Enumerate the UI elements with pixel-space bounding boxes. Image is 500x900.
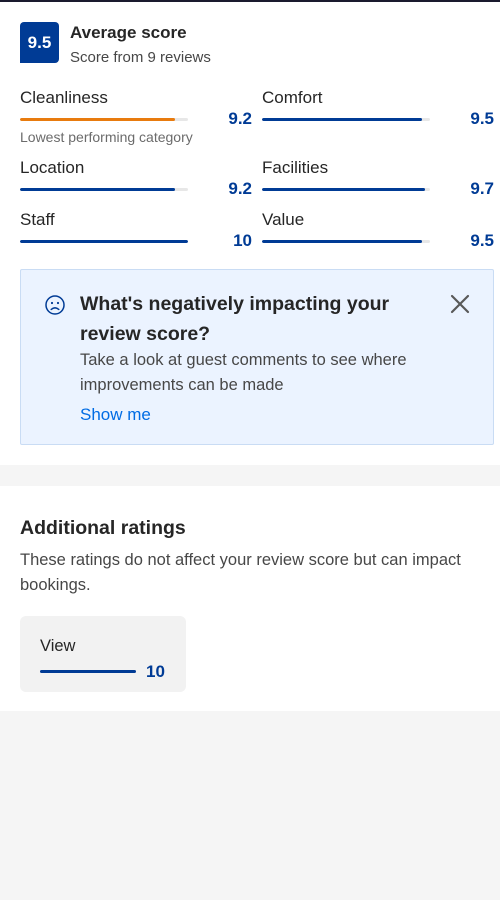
banner-title: What's negatively impacting your review … <box>80 293 390 345</box>
lowest-category-note: Lowest performing category <box>20 129 193 145</box>
rating-label: Facilities <box>262 158 329 177</box>
average-score-title: Average score <box>70 23 187 42</box>
additional-ratings-description: These ratings do not affect your review … <box>20 551 461 594</box>
rating-bar-fill <box>20 188 175 191</box>
rating-bar <box>262 240 430 243</box>
banner-text: Take a look at guest comments to see whe… <box>80 351 407 394</box>
rating-staff: Staff 10 <box>20 210 252 250</box>
average-score-subtitle: Score from 9 reviews <box>70 49 211 66</box>
rating-value: 9.7 <box>470 179 494 198</box>
negative-impact-banner: What's negatively impacting your review … <box>20 269 494 445</box>
rating-value: 9.5 <box>470 231 494 250</box>
rating-value: 9.5 <box>470 109 494 128</box>
rating-view-box: View 10 <box>20 616 186 692</box>
rating-label: View <box>40 637 76 655</box>
rating-label: Location <box>20 158 85 177</box>
rating-value-for-money: Value 9.5 <box>262 210 494 250</box>
average-score-badge: 9.5 <box>20 22 59 63</box>
rating-value: 9.2 <box>228 179 252 198</box>
close-icon[interactable] <box>449 293 471 315</box>
rating-bar <box>262 188 430 191</box>
rating-bar-fill <box>262 118 422 121</box>
rating-facilities: Facilities 9.7 <box>262 158 494 198</box>
additional-ratings-card: Additional ratings These ratings do not … <box>0 486 500 711</box>
rating-bar-fill <box>262 188 425 191</box>
rating-bar-fill <box>40 670 136 673</box>
rating-label: Value <box>262 210 305 229</box>
rating-bar <box>20 118 188 121</box>
show-me-link[interactable]: Show me <box>80 405 151 425</box>
rating-value: 9.2 <box>228 109 252 128</box>
rating-bar-fill <box>20 240 188 243</box>
rating-bar <box>20 188 188 191</box>
rating-bar <box>40 670 136 673</box>
additional-ratings-title: Additional ratings <box>20 517 186 539</box>
rating-label: Staff <box>20 210 55 229</box>
rating-cleanliness: Cleanliness 9.2 Lowest performing catego… <box>20 88 252 148</box>
rating-value: 10 <box>233 231 252 250</box>
rating-bar <box>262 118 430 121</box>
rating-value: 10 <box>146 662 165 681</box>
rating-label: Cleanliness <box>20 88 108 107</box>
sad-face-icon <box>45 295 65 315</box>
rating-comfort: Comfort 9.5 <box>262 88 494 128</box>
rating-bar-fill <box>262 240 422 243</box>
rating-bar-fill <box>20 118 175 121</box>
rating-location: Location 9.2 <box>20 158 252 198</box>
rating-bar <box>20 240 188 243</box>
rating-label: Comfort <box>262 88 323 107</box>
